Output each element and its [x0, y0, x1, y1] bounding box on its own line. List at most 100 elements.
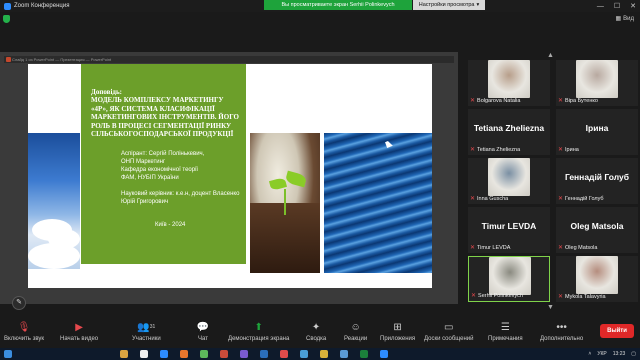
participant-tile[interactable]: ✕ Mykola Talavyria [556, 256, 638, 302]
notes-label: Примечания [488, 336, 523, 342]
view-button[interactable]: ▦ Вид [615, 15, 634, 23]
taskbar-app-icon[interactable] [300, 350, 308, 358]
taskbar-app-icon[interactable] [200, 350, 208, 358]
gallery-up-arrow-icon[interactable]: ▲ [547, 52, 554, 59]
clock[interactable]: 13:23 [613, 351, 626, 357]
participant-tile[interactable]: Timur LEVDA ✕ Timur LEVDA [468, 207, 550, 253]
start-video-button[interactable]: ▶ Начать видео [60, 320, 98, 343]
maximize-icon[interactable]: ☐ [614, 2, 620, 10]
participant-gallery: ▲ ✕ Bolgarova Natalia ✕ Віра Бутенко Tetiana… [464, 52, 640, 311]
author-line: Аспірант: Сергій Полінькевич, [121, 151, 205, 158]
participant-name-tag: ✕ Serhii Polinkevych [471, 292, 523, 300]
close-icon[interactable]: ✕ [630, 2, 636, 10]
participant-display-name: Tetiana Zheliezna [473, 123, 545, 133]
view-label: Вид [623, 15, 634, 22]
taskbar-app-icon[interactable] [220, 350, 228, 358]
windows-taskbar: ˄ УКР 13:23 ▢ [0, 348, 640, 360]
taskbar-app-icon[interactable] [180, 350, 188, 358]
mic-muted-icon: ✕ [558, 294, 564, 300]
mic-muted-icon: ✕ [558, 147, 564, 153]
more-label: Дополнительно [540, 336, 584, 342]
more-button[interactable]: ••• Дополнительно [540, 320, 584, 343]
powerpoint-title-bar: Слайд 1 из PowerPoint — Презентация — Po… [4, 56, 454, 63]
chat-button[interactable]: 💬 Чат [196, 320, 210, 343]
more-icon: ••• [556, 321, 567, 333]
title-panel: Доповідь: МОДЕЛЬ КОМПЛЕКСУ МАРКЕТИНГУ «4… [81, 64, 246, 264]
participant-tile[interactable]: Tetiana Zheliezna ✕ Tetiana Zheliezna [468, 109, 550, 155]
share-screen-icon: ⬆ [254, 321, 263, 333]
participants-count: 31 [149, 324, 156, 330]
mic-muted-icon: ✕ [558, 196, 564, 202]
participant-tile[interactable]: ✕ Serhii Polinkevych [468, 256, 550, 302]
viewing-share-banner: Вы просматриваете экран Serhii Polinkevy… [264, 0, 412, 10]
taskbar-app-icon[interactable] [340, 350, 348, 358]
participant-tile[interactable]: Ірина ✕ Ірина [556, 109, 638, 155]
participant-name-tag: ✕ Inna Guscha [470, 195, 509, 203]
minimize-icon[interactable]: — [597, 3, 604, 10]
security-shield-icon[interactable] [3, 15, 10, 23]
notes-button[interactable]: ☰ Примечания [488, 320, 523, 343]
taskbar-app-icon[interactable] [360, 350, 368, 358]
mic-muted-icon: ✕ [470, 98, 476, 104]
taskbar-app-icon[interactable] [120, 350, 128, 358]
participant-tile[interactable]: ✕ Inna Guscha [468, 158, 550, 204]
participant-display-name: Oleg Matsola [570, 221, 624, 231]
slide-heading: Доповідь: МОДЕЛЬ КОМПЛЕКСУ МАРКЕТИНГУ «4… [91, 88, 240, 138]
taskbar-app-icon[interactable] [320, 350, 328, 358]
participant-video [488, 158, 530, 196]
participant-tile[interactable]: ✕ Віра Бутенко [556, 60, 638, 106]
zoom-logo-icon [4, 2, 11, 10]
summary-label: Сводка [306, 336, 327, 342]
participants-button[interactable]: 👥 31 Участники [132, 320, 161, 343]
taskbar-zoom-icon[interactable] [380, 350, 388, 358]
author-line: Кафедра економічної теорії [121, 167, 199, 174]
keyboard-language[interactable]: УКР [597, 351, 606, 357]
presentation-slide: Доповідь: МОДЕЛЬ КОМПЛЕКСУ МАРКЕТИНГУ «4… [28, 64, 432, 288]
participant-tile[interactable]: ✕ Bolgarova Natalia [468, 60, 550, 106]
taskbar-app-icon[interactable] [280, 350, 288, 358]
participant-name-tag: ✕ Ірина [558, 146, 579, 154]
unmute-button[interactable]: 🎙 Включить звук [4, 320, 44, 343]
share-screen-button[interactable]: ⬆ Демонстрация экрана [228, 320, 290, 343]
reactions-button[interactable]: ☺ Реакции [344, 320, 367, 343]
zoom-window: Zoom Конференция — ☐ ✕ Вы просматриваете… [0, 0, 640, 360]
participant-video [488, 60, 530, 98]
participant-name: Віра Бутенко [565, 97, 598, 104]
mic-muted-icon: ✕ [558, 98, 564, 104]
mic-muted-icon: ✕ [558, 245, 564, 251]
share-screen-label: Демонстрация экрана [228, 336, 290, 342]
summary-button[interactable]: ✦ Сводка [306, 320, 327, 343]
view-options-label: Настройки просмотра [418, 2, 475, 8]
participants-icon: 👥 31 [137, 321, 156, 333]
system-tray: ˄ УКР 13:23 ▢ [588, 348, 636, 360]
mic-muted-icon: ✕ [470, 196, 476, 202]
participant-name: Ірина [565, 146, 579, 153]
annotate-pen-icon[interactable]: ✎ [12, 296, 26, 310]
taskbar-app-icon[interactable] [160, 350, 168, 358]
notification-icon[interactable]: ▢ [631, 351, 636, 357]
apps-button[interactable]: ⊞ Приложения [380, 320, 415, 343]
participant-name-tag: ✕ Oleg Matsola [558, 244, 598, 252]
participant-name-tag: ✕ Геннадій Голуб [558, 195, 604, 203]
participant-name: Oleg Matsola [565, 244, 598, 251]
whiteboards-button[interactable]: ▭ Доски сообщений [424, 320, 474, 343]
leaf-shape [284, 170, 308, 188]
powerpoint-title: Слайд 1 из PowerPoint — Презентация — Po… [12, 57, 112, 62]
apps-icon: ⊞ [393, 321, 402, 333]
taskbar-app-icon[interactable] [240, 350, 248, 358]
participant-name: Mykola Talavyria [565, 293, 606, 300]
view-options-button[interactable]: Настройки просмотра ▾ [413, 0, 485, 10]
gallery-down-arrow-icon[interactable]: ▼ [547, 304, 554, 311]
taskbar-app-icon[interactable] [260, 350, 268, 358]
participant-video [576, 256, 618, 294]
participant-name-tag: ✕ Tetiana Zheliezna [470, 146, 520, 154]
participant-name: Bolgarova Natalia [477, 97, 521, 104]
chevron-down-icon: ▾ [476, 2, 480, 8]
tray-chevron-icon[interactable]: ˄ [588, 351, 591, 357]
participant-name: Inna Guscha [477, 195, 509, 202]
start-icon[interactable] [4, 350, 12, 358]
participant-tile[interactable]: Oleg Matsola ✕ Oleg Matsola [556, 207, 638, 253]
leave-button[interactable]: Выйти [600, 324, 634, 338]
participant-tile[interactable]: Геннадій Голуб ✕ Геннадій Голуб [556, 158, 638, 204]
taskbar-app-icon[interactable] [140, 350, 148, 358]
